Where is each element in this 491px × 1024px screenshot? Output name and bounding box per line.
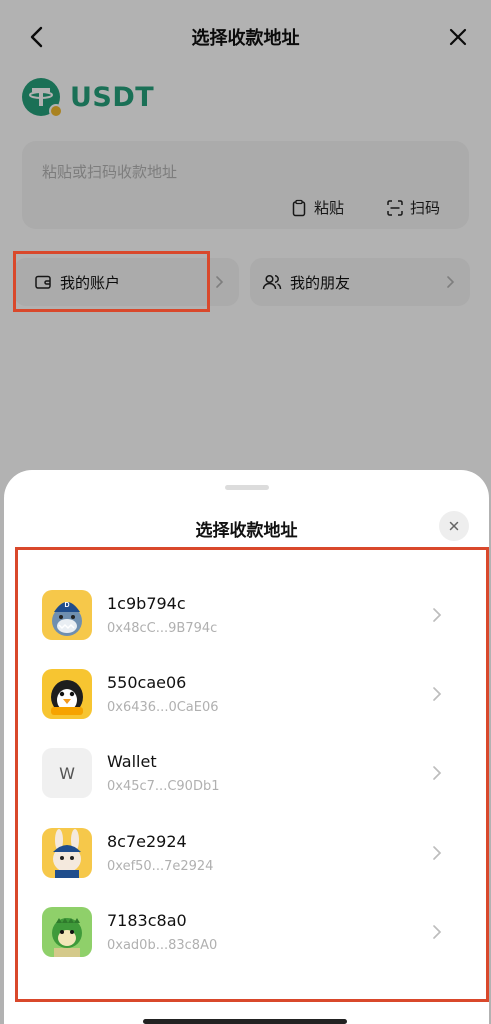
list-item[interactable]: 7183c8a0 0xad0b...83c8A0 [4, 897, 489, 957]
chevron-right-icon [433, 925, 442, 939]
address-bottom-sheet: 选择收款地址 D 1c9b794c 0x48cC...9B794c 550cae… [4, 470, 489, 1024]
chevron-right-icon [433, 846, 442, 860]
wallet-address: 0x45c7...C90Db1 [107, 779, 220, 794]
close-icon [449, 521, 459, 531]
list-item[interactable]: 550cae06 0x6436...0CaE06 [4, 659, 489, 719]
list-item[interactable]: W Wallet 0x45c7...C90Db1 [4, 738, 489, 798]
wallet-name: Wallet [107, 752, 157, 771]
penguin-avatar [42, 669, 92, 719]
chevron-right-icon [433, 608, 442, 622]
shark-avatar: D [42, 590, 92, 640]
list-item[interactable]: D 1c9b794c 0x48cC...9B794c [4, 580, 489, 640]
list-item[interactable]: 8c7e2924 0xef50...7e2924 [4, 818, 489, 878]
chevron-right-icon [433, 687, 442, 701]
wallet-name: 7183c8a0 [107, 911, 187, 930]
rabbit-avatar [42, 828, 92, 878]
highlight-box-accounts [13, 251, 210, 312]
wallet-address: 0xad0b...83c8A0 [107, 938, 218, 953]
wallet-name: 1c9b794c [107, 594, 186, 613]
svg-text:D: D [64, 602, 69, 609]
dino-avatar [42, 907, 92, 957]
wallet-name: 8c7e2924 [107, 832, 187, 851]
avatar-letter: W [42, 748, 92, 798]
sheet-title: 选择收款地址 [195, 521, 298, 541]
sheet-drag-handle[interactable] [225, 485, 269, 490]
wallet-address: 0xef50...7e2924 [107, 859, 214, 874]
chevron-right-icon [433, 766, 442, 780]
wallet-name: 550cae06 [107, 673, 187, 692]
wallet-address: 0x48cC...9B794c [107, 621, 218, 636]
wallet-address: 0x6436...0CaE06 [107, 700, 219, 715]
sheet-close-button[interactable] [439, 511, 469, 541]
letter-avatar: W [42, 748, 92, 798]
home-indicator [143, 1019, 347, 1024]
